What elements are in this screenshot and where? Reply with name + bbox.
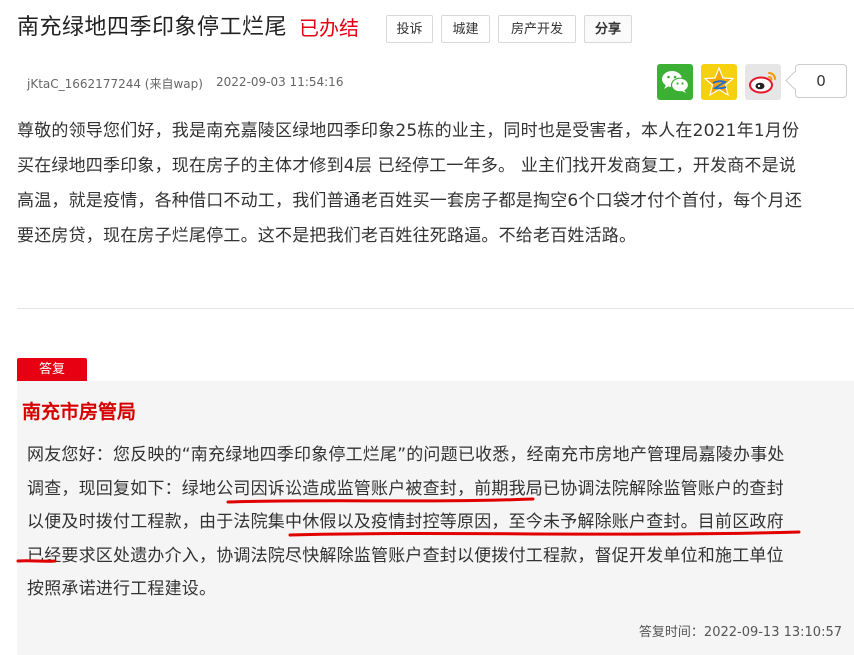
share-button[interactable]: 分享 bbox=[584, 15, 632, 43]
tag-real-estate[interactable]: 房产开发 bbox=[498, 15, 576, 43]
divider bbox=[17, 308, 854, 309]
title-row: 南充绿地四季印象停工烂尾 已办结 bbox=[0, 11, 359, 45]
reply-badge: 答复 bbox=[17, 358, 87, 381]
page-title: 南充绿地四季印象停工烂尾 bbox=[17, 15, 288, 40]
share-count: 0 bbox=[785, 64, 847, 98]
complaint-content: 尊敬的领导您们好，我是南充嘉陵区绿地四季印象25栋的业主，同时也是受害者，本人在… bbox=[17, 121, 803, 246]
wechat-icon[interactable] bbox=[657, 64, 693, 100]
tag-complaint[interactable]: 投诉 bbox=[386, 15, 433, 43]
post-time: 2022-09-03 11:54:16 bbox=[216, 75, 344, 89]
tag-urban-construction[interactable]: 城建 bbox=[441, 15, 490, 43]
author: jKtaC_1662177244 (来自wap) bbox=[27, 77, 203, 91]
reply-org: 南充市房管局 bbox=[22, 401, 137, 423]
reply-time: 答复时间：2022-09-13 13:10:57 bbox=[638, 625, 842, 640]
weibo-icon[interactable] bbox=[745, 64, 781, 100]
status-badge: 已办结 bbox=[299, 16, 360, 40]
reply-content: 网友您好：您反映的“南充绿地四季印象停工烂尾”的问题已收悉，经南充市房地产管理局… bbox=[27, 445, 785, 599]
qzone-star-icon[interactable] bbox=[701, 64, 737, 100]
